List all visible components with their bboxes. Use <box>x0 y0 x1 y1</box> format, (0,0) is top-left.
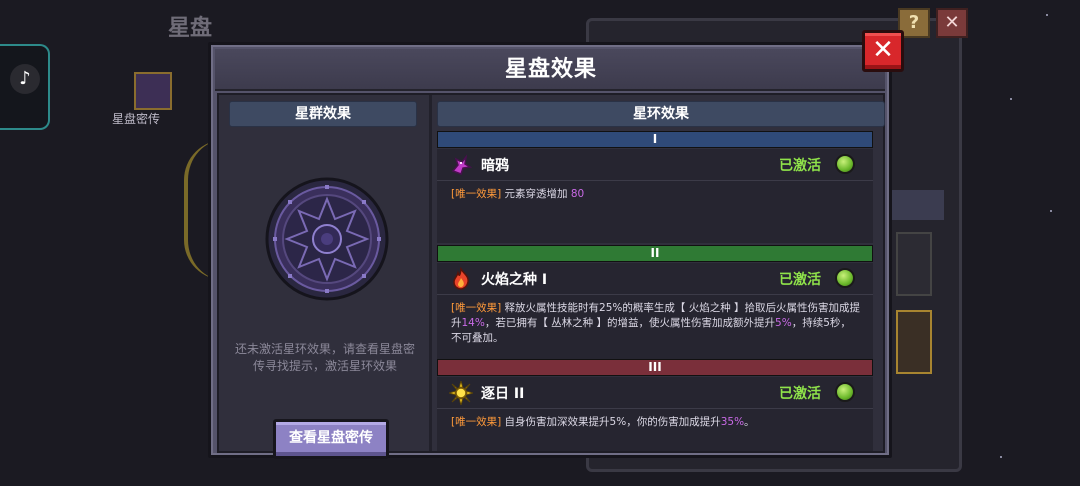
highlight-value: 14% <box>461 317 485 329</box>
highlight-value: 35% <box>720 416 745 428</box>
unique-effect-tag: [唯一效果] <box>451 302 505 314</box>
ring-header-1: I <box>437 131 873 148</box>
unique-effect-tag: [唯一效果] <box>451 416 505 428</box>
background-close-icon[interactable]: ✕ <box>936 8 968 38</box>
background-slot <box>896 232 932 296</box>
flame-seed-icon <box>449 266 473 291</box>
description-text: 元素穿透增加 <box>504 188 571 200</box>
description-text: ，若已拥有【 丛林之种 】的增益，使火属性伤害加成额外提升 <box>484 317 776 329</box>
active-status-icon <box>835 154 855 174</box>
ring-effect-description: [唯一效果] 释放火属性技能时有25%的概率生成【 火焰之种 】拾取后火属性伤害… <box>451 301 861 346</box>
tiktok-float-button[interactable]: ♪ <box>0 44 50 130</box>
star-chart-lore-icon[interactable] <box>134 72 172 110</box>
star-dot <box>1010 98 1012 100</box>
ring-status-label: 已激活 <box>779 272 821 288</box>
constellation-effects-tab: 星群效果 <box>229 101 417 127</box>
ring-card-3: 逐日 II 已激活 [唯一效果] 自身伤害加深效果提升5%，你的伤害加成提升35… <box>437 377 873 451</box>
active-status-icon <box>835 382 855 402</box>
unique-effect-tag: [唯一效果] <box>451 188 505 200</box>
ring-card-1: 暗鸦 已激活 [唯一效果] 元素穿透增加 80 <box>437 149 873 243</box>
ring-status-label: 已激活 <box>779 386 821 402</box>
ring-effect-name: 逐日 II <box>481 386 525 402</box>
sidebar-item-label: 星盘密传 <box>112 112 161 126</box>
star-dot <box>1000 456 1002 458</box>
star-chart-effects-modal: 星盘效果 星群效果 还未激活星环效果，请查看星盘密传寻找提示，激活星环效果 查看… <box>208 42 892 459</box>
ring-card-2: 火焰之种 I 已激活 [唯一效果] 释放火属性技能时有25%的概率生成【 火焰之… <box>437 263 873 359</box>
ring-header-3: III <box>437 359 873 376</box>
ring-header-2: II <box>437 245 873 262</box>
star-chart-emblem-icon <box>263 175 391 303</box>
active-status-icon <box>835 268 855 288</box>
view-lore-button[interactable]: 查看星盘密传 <box>273 419 389 459</box>
star-dot <box>1046 14 1048 16</box>
description-text: 。 <box>744 416 755 428</box>
tiktok-icon: ♪ <box>10 64 40 94</box>
ring-card-head: 火焰之种 I 已激活 <box>437 263 873 295</box>
page-title: 星盘 <box>168 16 213 41</box>
activation-hint: 还未激活星环效果，请查看星盘密传寻找提示，激活星环效果 <box>234 342 415 373</box>
star-dot <box>1050 210 1052 212</box>
star-ring-effects-tab: 星环效果 <box>437 101 885 127</box>
column-divider <box>429 95 432 451</box>
ring-effect-name: 暗鸦 <box>481 158 509 174</box>
ring-effect-name: 火焰之种 I <box>481 272 548 288</box>
highlight-value: 80 <box>570 188 585 200</box>
ring-card-head: 逐日 II 已激活 <box>437 377 873 409</box>
modal-title: 星盘效果 <box>504 57 597 82</box>
description-text: 自身伤害加深效果提升5%，你的伤害加成提升 <box>504 416 721 428</box>
ring-card-head: 暗鸦 已激活 <box>437 149 873 181</box>
raven-icon <box>449 153 473 177</box>
modal-body: 星群效果 还未激活星环效果，请查看星盘密传寻找提示，激活星环效果 查看星盘密传 … <box>217 93 885 459</box>
ring-effect-description: [唯一效果] 元素穿透增加 80 <box>451 187 861 202</box>
sun-icon <box>447 379 475 407</box>
highlight-value: 5% <box>775 317 792 329</box>
ring-effect-description: [唯一效果] 自身伤害加深效果提升5%，你的伤害加成提升35%。 <box>451 415 861 430</box>
ring-status-label: 已激活 <box>779 158 821 174</box>
background-slot <box>896 310 932 374</box>
close-button[interactable]: ✕ <box>862 30 904 72</box>
background-strip <box>892 190 944 220</box>
